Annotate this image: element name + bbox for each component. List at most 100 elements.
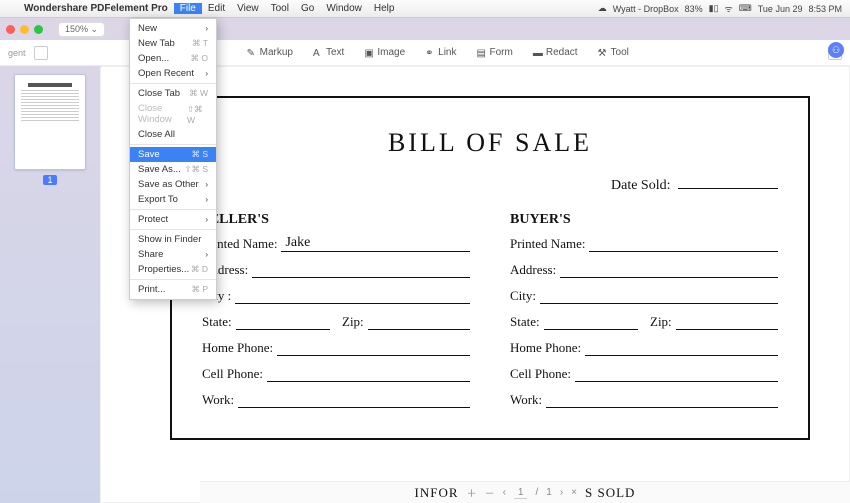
keyboard-icon[interactable]: ⌨ [739, 3, 752, 14]
form-tool[interactable]: ▤Form [477, 47, 513, 58]
user-avatar[interactable]: ⚇ [828, 42, 844, 58]
thumbnails-toggle-icon[interactable] [34, 46, 48, 60]
menu-item-label: Close Window [138, 103, 187, 125]
menu-item-show-in-finder[interactable]: Show in Finder [130, 232, 216, 247]
redact-tool[interactable]: ▬Redact [533, 47, 578, 58]
prev-page-icon[interactable]: ‹ [503, 487, 506, 498]
menu-item-print[interactable]: Print... ⌘ P [130, 282, 216, 297]
buyer-city-field[interactable] [540, 288, 778, 304]
seller-state-field[interactable] [236, 314, 330, 330]
menu-item-label: Open Recent [138, 68, 194, 79]
buyer-homephone-field[interactable] [585, 340, 778, 356]
seller-work-field[interactable] [238, 392, 470, 408]
app-name[interactable]: Wondershare PDFelement Pro [18, 3, 174, 14]
markup-tool[interactable]: ✎Markup [247, 47, 293, 58]
menu-item-shortcut: ⌘ P [191, 284, 208, 295]
page-number-badge: 1 [43, 175, 56, 185]
date-sold-field[interactable] [678, 188, 778, 189]
seller-column: SELLER'S Printed Name:Jake Address: City… [202, 212, 470, 418]
menu-item-label: Save as Other [138, 179, 199, 190]
menu-file[interactable]: File [174, 3, 202, 14]
link-tool[interactable]: ⚭Link [425, 47, 456, 58]
buyer-cellphone-field[interactable] [575, 366, 778, 382]
menu-item-open[interactable]: Open... ⌘ O [130, 51, 216, 66]
buyer-zip-field[interactable] [676, 314, 778, 330]
seller-zip-field[interactable] [368, 314, 470, 330]
seller-cellphone-field[interactable] [267, 366, 470, 382]
menu-window[interactable]: Window [320, 3, 368, 14]
menu-item-shortcut: ⌘ O [191, 53, 208, 64]
buyer-address-field[interactable] [560, 262, 778, 278]
wifi-icon[interactable]: ᯤ [725, 2, 733, 15]
next-page-icon[interactable]: › [560, 487, 563, 498]
menu-item-protect[interactable]: Protect› [130, 212, 216, 227]
menu-item-new[interactable]: New › [130, 21, 216, 36]
menu-item-save-as-other[interactable]: Save as Other› [130, 177, 216, 192]
buyer-state-label: State: [510, 314, 540, 330]
minimize-window-icon[interactable] [20, 25, 29, 34]
chevron-right-icon: › [205, 195, 208, 204]
menu-item-shortcut: ⌘ S [191, 149, 208, 160]
zoom-in-icon[interactable]: － [485, 485, 495, 500]
buyer-cellphone-label: Cell Phone: [510, 366, 571, 382]
menu-item-close-all[interactable]: Close All [130, 127, 216, 142]
menu-help[interactable]: Help [368, 3, 401, 14]
menu-item-label: Open... [138, 53, 169, 64]
menu-item-new-tab[interactable]: New Tab⌘ T [130, 36, 216, 51]
image-label: Image [377, 47, 405, 58]
menu-edit[interactable]: Edit [202, 3, 231, 14]
menu-item-shortcut: ⇧⌘ S [184, 164, 208, 175]
chevron-right-icon: › [205, 24, 208, 33]
chevron-right-icon: › [205, 250, 208, 259]
page-current[interactable]: 1 [514, 487, 528, 499]
footer-right-fragment: S SOLD [585, 485, 635, 501]
buyer-work-field[interactable] [546, 392, 778, 408]
menu-view[interactable]: View [231, 3, 265, 14]
menu-item-label: Properties... [138, 264, 189, 275]
date-label: Tue Jun 29 [758, 4, 803, 14]
buyer-name-field[interactable] [589, 236, 778, 252]
app-window: 150% ⌄ gent ✎Markup AText ▣Image ⚭Link ▤… [0, 18, 850, 503]
menu-go[interactable]: Go [295, 3, 320, 14]
seller-address-field[interactable] [252, 262, 470, 278]
menu-item-open-recent[interactable]: Open Recent› [130, 66, 216, 81]
battery-label: 83% [685, 4, 703, 14]
menu-item-properties[interactable]: Properties...⌘ D [130, 262, 216, 277]
menu-item-label: Save [138, 149, 160, 160]
buyer-homephone-label: Home Phone: [510, 340, 581, 356]
toolbar: gent ✎Markup AText ▣Image ⚭Link ▤Form ▬R… [0, 40, 850, 66]
menu-tool[interactable]: Tool [265, 3, 295, 14]
close-window-icon[interactable] [6, 25, 15, 34]
menu-item-save-as[interactable]: Save As...⇧⌘ S [130, 162, 216, 177]
menu-item-close-window: Close Window⇧⌘ W [130, 101, 216, 127]
menu-item-export-to[interactable]: Export To› [130, 192, 216, 207]
image-tool[interactable]: ▣Image [364, 47, 405, 58]
tool-tool[interactable]: ⚒Tool [598, 47, 629, 58]
account-label[interactable]: Wyatt - DropBox [613, 4, 679, 14]
menu-item-share[interactable]: Share› [130, 247, 216, 262]
buyer-work-label: Work: [510, 392, 542, 408]
buyer-state-field[interactable] [544, 314, 638, 330]
maximize-window-icon[interactable] [34, 25, 43, 34]
menu-item-label: New [138, 23, 157, 34]
seller-city-field[interactable] [235, 288, 470, 304]
cloud-icon[interactable]: ☁ [598, 3, 607, 14]
page-thumbnail[interactable] [14, 74, 86, 170]
menu-item-close-tab[interactable]: Close Tab⌘ W [130, 86, 216, 101]
text-tool[interactable]: AText [313, 47, 344, 58]
menu-item-label: Print... [138, 284, 165, 295]
text-icon: A [313, 48, 323, 58]
zoom-out-icon[interactable]: ＋ [467, 485, 477, 500]
seller-name-field[interactable]: Jake [281, 236, 470, 252]
seller-work-label: Work: [202, 392, 234, 408]
close-bar-icon[interactable]: × [571, 487, 577, 498]
traffic-lights [6, 25, 43, 34]
seller-homephone-field[interactable] [277, 340, 470, 356]
menu-item-label: Protect [138, 214, 168, 225]
seller-zip-label: Zip: [342, 314, 364, 330]
menu-item-save[interactable]: Save ⌘ S [130, 147, 216, 162]
tool-label: Tool [611, 47, 629, 58]
zoom-selector[interactable]: 150% ⌄ [58, 22, 105, 37]
menu-item-shortcut: ⇧⌘ W [187, 104, 208, 125]
mac-menubar: Wondershare PDFelement Pro File Edit Vie… [0, 0, 850, 18]
